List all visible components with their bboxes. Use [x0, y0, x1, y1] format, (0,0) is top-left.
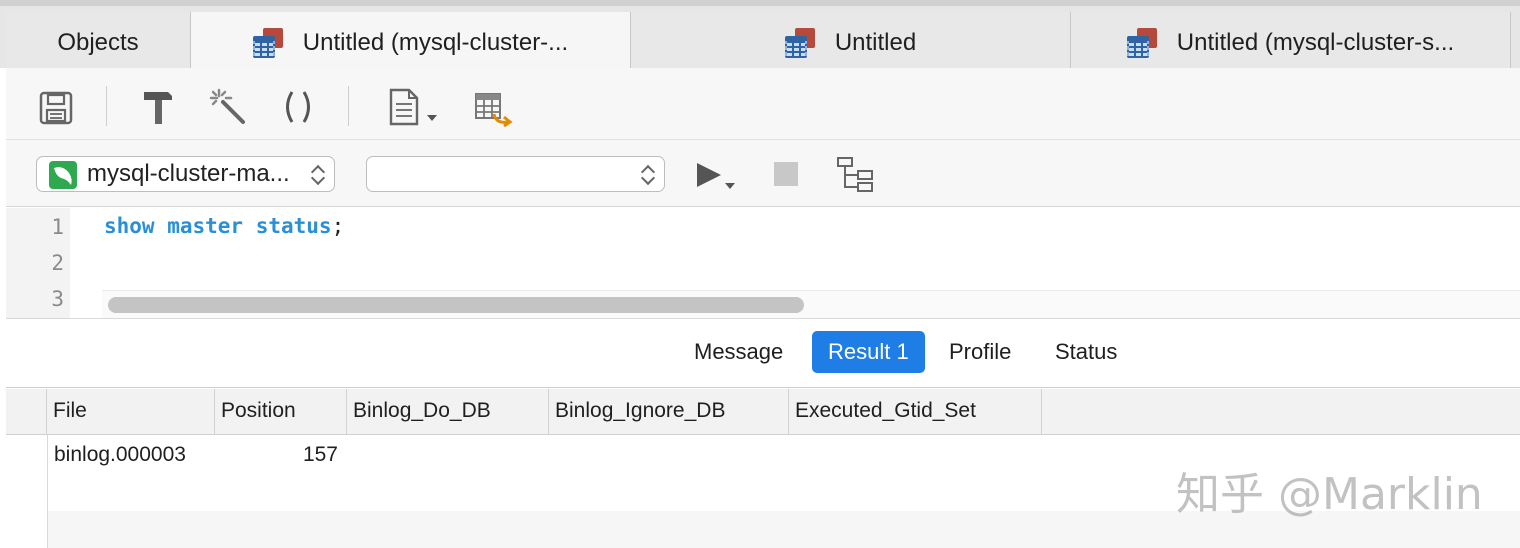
play-icon — [697, 163, 735, 189]
sql-code-line: show master status; — [104, 214, 344, 238]
query-table-icon — [784, 28, 815, 58]
sql-keyword: show master status — [104, 214, 332, 238]
database-select[interactable] — [366, 156, 665, 192]
connection-select[interactable]: mysql-cluster-ma... — [36, 156, 335, 192]
line-number: 1 — [51, 215, 64, 239]
line-number-gutter: 1 2 3 — [6, 208, 70, 318]
column-header-binlog-do-db[interactable]: Binlog_Do_DB — [346, 389, 548, 435]
tab-label: Untitled (mysql-cluster-s... — [1176, 29, 1455, 56]
chevron-updown-icon — [642, 164, 654, 186]
tab-profile[interactable]: Profile — [933, 331, 1027, 373]
toolbar-separator — [348, 86, 349, 126]
toolbar-separator — [106, 86, 107, 126]
grid-header: File Position Binlog_Do_DB Binlog_Ignore… — [6, 389, 1520, 435]
sql-punctuation: ; — [331, 214, 345, 238]
line-number: 2 — [51, 251, 64, 275]
connection-bar: mysql-cluster-ma... — [6, 140, 1520, 207]
parentheses-button[interactable] — [278, 86, 318, 128]
tab-message[interactable]: Message — [678, 331, 799, 373]
column-header-position[interactable]: Position — [214, 389, 346, 435]
document-icon — [389, 88, 437, 126]
stop-icon — [774, 162, 798, 186]
horizontal-scrollbar[interactable] — [102, 290, 1520, 318]
tab-objects[interactable]: Objects — [6, 12, 191, 74]
hammer-icon — [144, 92, 172, 124]
chevron-updown-icon — [312, 164, 324, 186]
query-table-icon — [252, 28, 283, 58]
column-header-executed-gtid-set[interactable]: Executed_Gtid_Set — [788, 389, 1042, 435]
tab-status[interactable]: Status — [1039, 331, 1133, 373]
line-number: 3 — [51, 287, 64, 311]
tab-untitled[interactable]: Untitled — [631, 12, 1071, 74]
tab-label: Objects — [57, 29, 139, 56]
connection-name: mysql-cluster-ma... — [87, 160, 290, 187]
stop-button[interactable] — [770, 158, 802, 190]
tab-result-1[interactable]: Result 1 — [812, 331, 925, 373]
parentheses-icon — [286, 91, 310, 123]
tab-untitled-mysql-cluster-master[interactable]: Untitled (mysql-cluster-... — [191, 12, 631, 74]
watermark-text: 知乎 @Marklin — [1176, 469, 1483, 520]
explain-button[interactable] — [834, 154, 876, 196]
column-header-binlog-ignore-db[interactable]: Binlog_Ignore_DB — [548, 389, 788, 435]
cell-position[interactable]: 157 — [214, 443, 338, 467]
tab-bar: Objects Untitled (mysql-cluster-... Unti… — [0, 0, 1520, 74]
mysql-dolphin-icon — [49, 161, 77, 189]
beautify-button[interactable] — [138, 86, 178, 128]
column-header-file[interactable]: File — [46, 389, 214, 435]
magic-wand-icon — [209, 88, 245, 124]
magic-wand-button[interactable] — [208, 86, 248, 128]
cell-file[interactable]: binlog.000003 — [54, 443, 186, 467]
tab-label: Untitled — [834, 29, 917, 56]
export-result-button[interactable] — [472, 86, 516, 130]
export-table-icon — [475, 93, 513, 128]
tab-untitled-mysql-cluster-slave[interactable]: Untitled (mysql-cluster-s... — [1071, 12, 1511, 74]
save-icon — [39, 91, 73, 125]
code-snippet-button[interactable] — [386, 86, 442, 128]
explain-tree-icon — [837, 157, 873, 192]
save-button[interactable] — [36, 88, 76, 128]
result-tab-bar: Message Result 1 Profile Status — [6, 318, 1520, 388]
run-button[interactable] — [692, 156, 740, 196]
tab-label: Untitled (mysql-cluster-... — [302, 29, 569, 56]
sql-editor[interactable]: 1 2 3 show master status; — [6, 208, 1520, 318]
query-table-icon — [1126, 28, 1157, 58]
query-toolbar — [6, 68, 1520, 140]
scrollbar-thumb[interactable] — [108, 297, 804, 313]
